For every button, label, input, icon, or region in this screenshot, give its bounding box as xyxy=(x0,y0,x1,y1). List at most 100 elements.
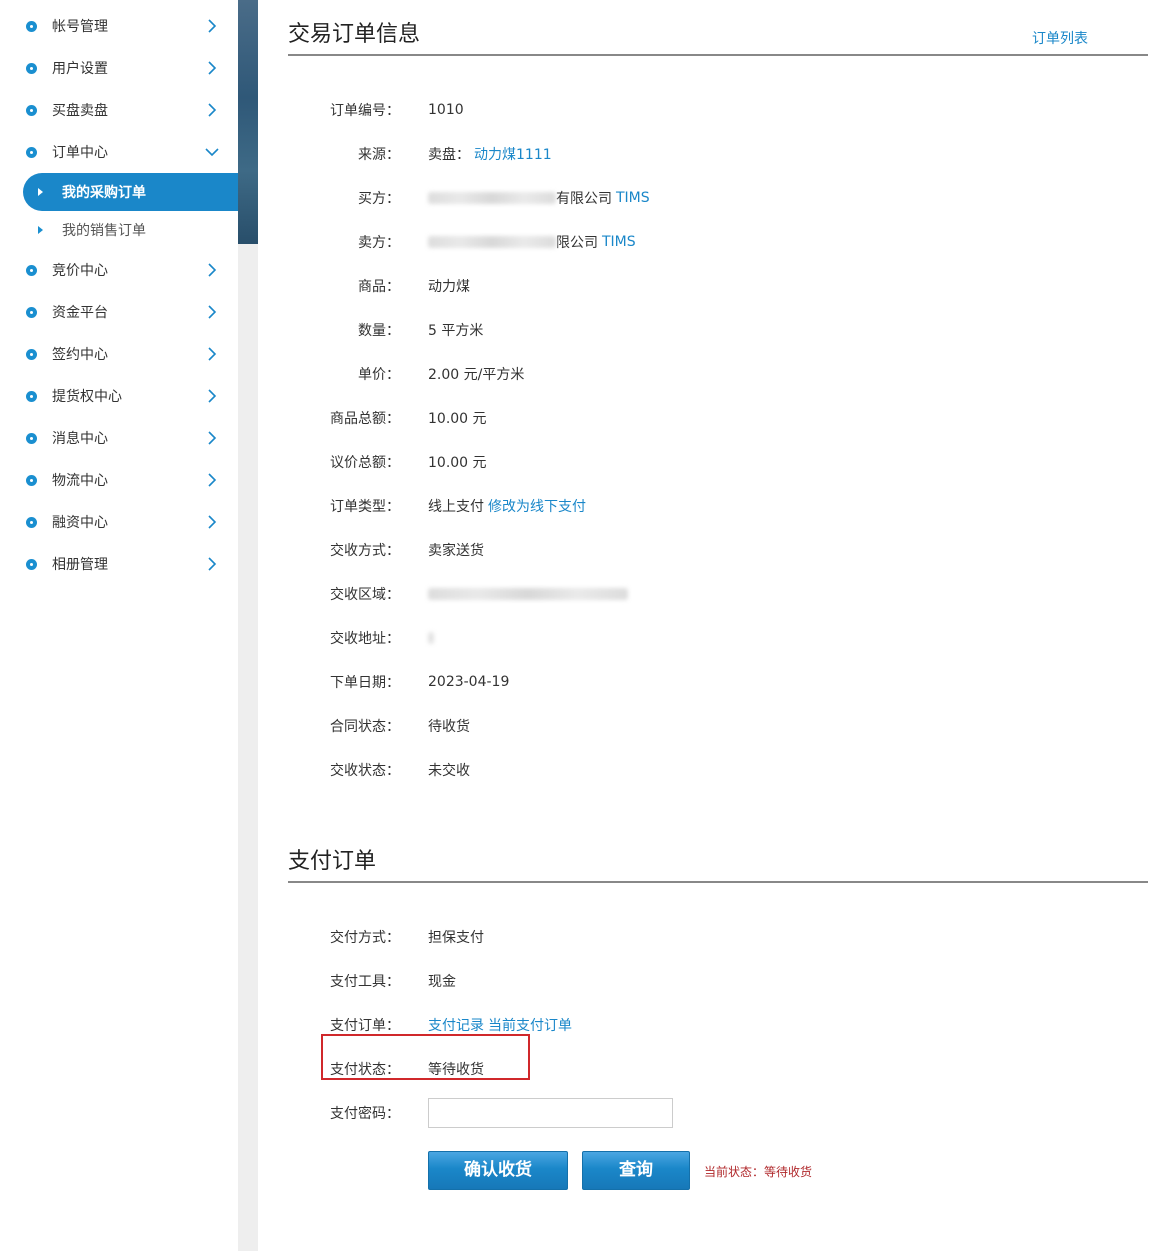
nav-item-buy-sell[interactable]: 买盘卖盘 xyxy=(0,89,238,131)
buyer-value: 有限公司 TIMS xyxy=(428,188,650,208)
field-label: 交收状态： xyxy=(330,763,400,779)
bullet-icon xyxy=(26,105,37,116)
nav-label: 买盘卖盘 xyxy=(52,103,108,119)
nav-item-pickup-rights[interactable]: 提货权中心 xyxy=(0,375,238,417)
query-button[interactable]: 查询 xyxy=(582,1151,690,1190)
field-label: 支付密码： xyxy=(330,1106,400,1122)
nav-label: 相册管理 xyxy=(52,557,108,573)
order-list-link[interactable]: 订单列表 xyxy=(1032,28,1088,48)
field-label: 议价总额： xyxy=(330,455,400,471)
delivery-address-value xyxy=(428,632,434,644)
sidebar-divider xyxy=(238,0,258,1251)
nav-label: 消息中心 xyxy=(52,431,108,447)
row-total: 商品总额： 10.00 元 xyxy=(288,396,1148,440)
confirm-receipt-button[interactable]: 确认收货 xyxy=(428,1151,568,1190)
nav-label: 竞价中心 xyxy=(52,263,108,279)
field-label: 支付订单： xyxy=(330,1018,400,1034)
nav-label: 签约中心 xyxy=(52,347,108,363)
bullet-icon xyxy=(26,559,37,570)
row-pay-order: 支付订单： 支付记录 当前支付订单 xyxy=(288,1003,1148,1047)
chevron-right-icon xyxy=(205,61,219,75)
nav-item-messages[interactable]: 消息中心 xyxy=(0,417,238,459)
seller-link[interactable]: TIMS xyxy=(602,234,636,250)
nav-item-signing[interactable]: 签约中心 xyxy=(0,333,238,375)
sub-item-my-sales-orders[interactable]: 我的销售订单 xyxy=(0,211,238,249)
order-section-header: 交易订单信息 订单列表 xyxy=(288,0,1148,56)
decorative-banner xyxy=(238,0,258,244)
quantity-value: 5 平方米 xyxy=(428,323,484,339)
field-label: 支付工具： xyxy=(330,974,400,990)
payment-section: 支付订单 交付方式： 担保支付 支付工具： 现金 支付订单： 支付记录 当前支付… xyxy=(288,827,1148,1211)
bullet-icon xyxy=(26,391,37,402)
seller-value: 限公司 TIMS xyxy=(428,232,636,252)
chevron-right-icon xyxy=(205,389,219,403)
row-quantity: 数量： 5 平方米 xyxy=(288,308,1148,352)
buyer-link[interactable]: TIMS xyxy=(616,190,650,206)
row-product: 商品： 动力煤 xyxy=(288,264,1148,308)
field-label: 买方： xyxy=(358,191,400,207)
nav-item-bidding[interactable]: 竞价中心 xyxy=(0,249,238,291)
nav-label: 资金平台 xyxy=(52,305,108,321)
field-label: 支付状态： xyxy=(330,1062,400,1078)
field-label: 来源： xyxy=(358,147,400,163)
chevron-right-icon xyxy=(205,557,219,571)
field-label: 合同状态： xyxy=(330,719,400,735)
nav-item-album[interactable]: 相册管理 xyxy=(0,543,238,585)
chevron-right-icon xyxy=(205,19,219,33)
nav-item-financing[interactable]: 融资中心 xyxy=(0,501,238,543)
order-details: 订单编号： 1010 来源： 卖盘： 动力煤1111 买方： 有限公司 TIMS… xyxy=(288,56,1148,792)
redacted-text xyxy=(428,236,556,248)
chevron-right-icon xyxy=(205,473,219,487)
action-bar: 确认收货 查询 当前状态：等待收货 xyxy=(288,1151,1148,1211)
nav-item-user-settings[interactable]: 用户设置 xyxy=(0,47,238,89)
pay-status-value: 等待收货 xyxy=(428,1062,484,1078)
bullet-icon xyxy=(26,307,37,318)
row-delivery-area: 交收区域： xyxy=(288,572,1148,616)
field-label: 商品： xyxy=(358,279,400,295)
row-contract-status: 合同状态： 待收货 xyxy=(288,704,1148,748)
nav-item-order-center[interactable]: 订单中心 xyxy=(0,131,238,173)
chevron-right-icon xyxy=(205,347,219,361)
bullet-icon xyxy=(26,475,37,486)
chevron-right-icon xyxy=(205,263,219,277)
chevron-right-icon xyxy=(205,103,219,117)
seller-suffix: 限公司 xyxy=(556,235,598,251)
nav-item-account[interactable]: 帐号管理 xyxy=(0,5,238,47)
row-delivery-status: 交收状态： 未交收 xyxy=(288,748,1148,792)
source-link[interactable]: 动力煤1111 xyxy=(474,144,552,164)
delivery-method-value: 卖家送货 xyxy=(428,543,484,559)
chevron-right-icon xyxy=(205,305,219,319)
product-value: 动力煤 xyxy=(428,279,470,295)
order-type-text: 线上支付 xyxy=(428,499,484,515)
delivery-area-value xyxy=(428,588,628,600)
payment-password-input[interactable] xyxy=(428,1098,673,1128)
nav-label: 物流中心 xyxy=(52,473,108,489)
row-delivery-method: 交收方式： 卖家送货 xyxy=(288,528,1148,572)
nav-item-logistics[interactable]: 物流中心 xyxy=(0,459,238,501)
redacted-text xyxy=(428,632,434,644)
field-label: 订单编号： xyxy=(330,103,400,119)
bullet-icon xyxy=(26,433,37,444)
change-to-offline-link[interactable]: 修改为线下支付 xyxy=(488,496,586,516)
nav-item-funds[interactable]: 资金平台 xyxy=(0,291,238,333)
chevron-right-icon xyxy=(205,431,219,445)
sidebar: 帐号管理 用户设置 买盘卖盘 订单中心 我的采购订单 我的销售订单 竞价中心 资… xyxy=(0,0,238,1251)
field-label: 订单类型： xyxy=(330,499,400,515)
contract-status-value: 待收货 xyxy=(428,719,470,735)
nav-label: 用户设置 xyxy=(52,61,108,77)
sub-item-my-purchase-orders[interactable]: 我的采购订单 xyxy=(0,173,238,211)
main-content: 交易订单信息 订单列表 订单编号： 1010 来源： 卖盘： 动力煤1111 买… xyxy=(288,0,1148,1211)
caret-right-icon xyxy=(38,226,43,234)
row-seller: 卖方： 限公司 TIMS xyxy=(288,220,1148,264)
row-source: 来源： 卖盘： 动力煤1111 xyxy=(288,132,1148,176)
delivery-status-value: 未交收 xyxy=(428,763,470,779)
nav-label: 提货权中心 xyxy=(52,389,122,405)
negotiated-total-value: 10.00 元 xyxy=(428,455,487,471)
source-prefix: 卖盘： xyxy=(428,147,470,163)
source-value: 卖盘： 动力煤1111 xyxy=(428,144,552,164)
order-date-value: 2023-04-19 xyxy=(428,674,510,690)
row-order-no: 订单编号： 1010 xyxy=(288,88,1148,132)
payment-records-link[interactable]: 支付记录 xyxy=(428,1015,484,1035)
current-payment-order-link[interactable]: 当前支付订单 xyxy=(488,1015,572,1035)
bullet-icon xyxy=(26,349,37,360)
